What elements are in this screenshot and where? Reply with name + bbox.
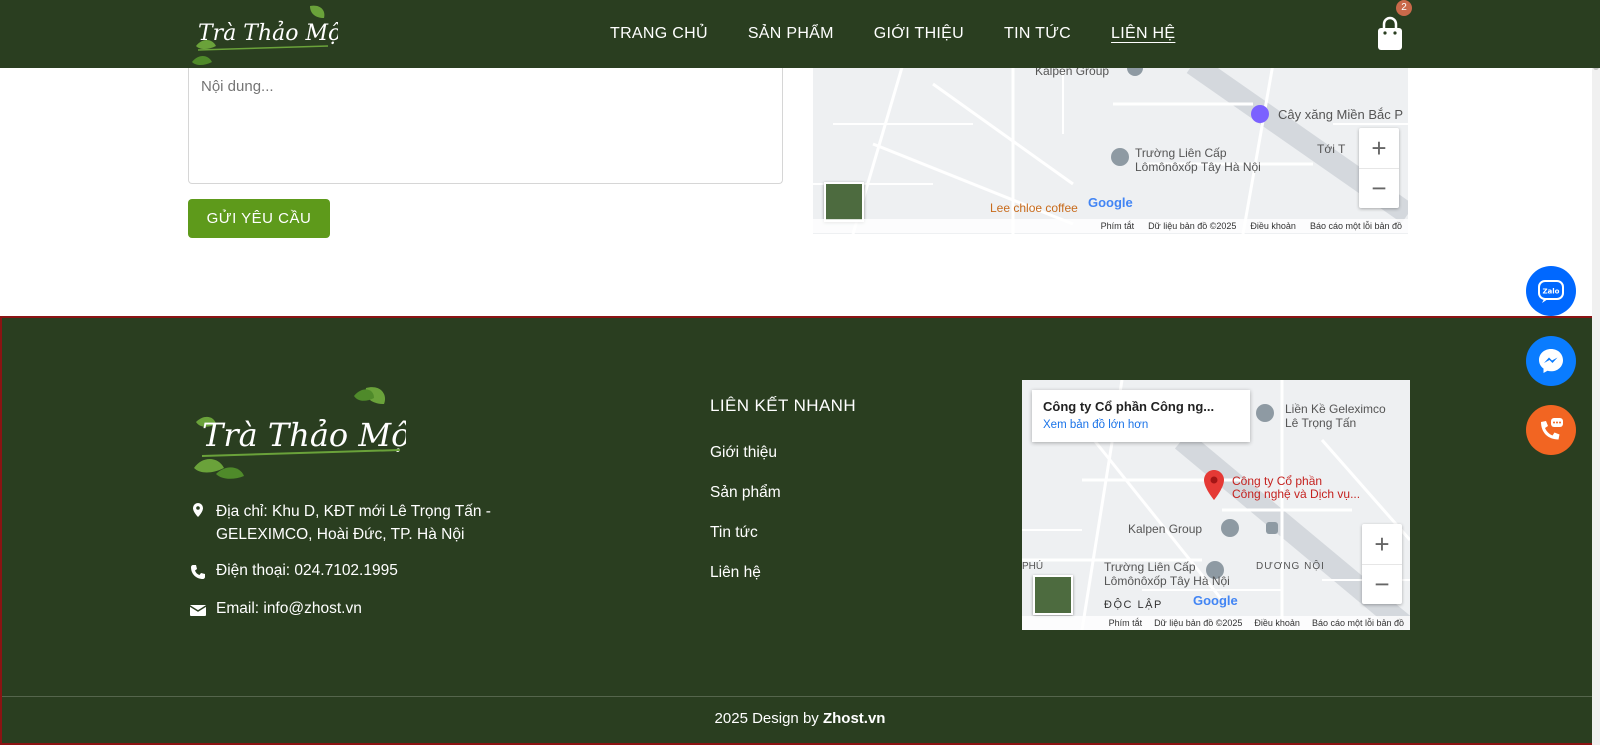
quick-links-heading: LIÊN KẾT NHANH — [710, 396, 857, 415]
nav-about[interactable]: GIỚI THIỆU — [874, 25, 964, 43]
satellite-toggle[interactable] — [1033, 575, 1073, 615]
google-logo: Google — [1088, 195, 1133, 210]
map-shortcuts-link[interactable]: Phím tắt — [1109, 618, 1143, 628]
footer-phone: Điện thoại: 024.7102.1995 — [190, 562, 398, 580]
footer-link-news[interactable]: Tin tức — [710, 524, 758, 542]
messenger-icon — [1539, 349, 1563, 373]
map-attribution: Phím tắt Dữ liệu bản đồ ©2025 Điều khoản… — [813, 219, 1408, 233]
address-line-1: Địa chỉ: Khu D, KĐT mới Lê Trọng Tấn - — [216, 503, 491, 520]
footer-map[interactable]: Công ty Cổ phần Công ng... Xem bản đồ lớ… — [1022, 380, 1410, 630]
page-scrollbar[interactable] — [1592, 0, 1600, 745]
map-label: Liền Kề Geleximco — [1285, 402, 1386, 416]
message-field[interactable] — [188, 64, 783, 184]
map-attribution: Phím tắt Dữ liệu bản đồ ©2025 Điều khoản… — [1022, 616, 1410, 630]
zalo-text: Zalo — [1542, 288, 1559, 296]
contact-map[interactable]: Kalpen Group Cây xăng Miền Bắc P Trường … — [813, 64, 1408, 234]
site-header: Trà Thảo Mộc TRANG CHỦ SẢN PHẨM GIỚI THI… — [0, 0, 1600, 68]
map-label: Trường Liên Cấp — [1135, 146, 1227, 160]
map-label: ĐỘC LẬP — [1104, 599, 1163, 611]
map-shortcuts-link[interactable]: Phím tắt — [1101, 221, 1135, 231]
location-pin-icon — [193, 503, 203, 517]
map-label: DƯƠNG NỘI — [1256, 561, 1325, 572]
map-place-title: Công ty Cổ phần Công ng... — [1043, 399, 1215, 414]
map-pin-label-1: Công ty Cổ phần — [1232, 474, 1323, 488]
messenger-button[interactable] — [1526, 336, 1576, 386]
footer-divider — [2, 696, 1598, 697]
zalo-icon: Zalo — [1538, 280, 1564, 303]
nav-contact[interactable]: LIÊN HỆ — [1111, 25, 1175, 43]
map-zoom-control: + − — [1362, 524, 1402, 604]
map-label: Lômônôxốp Tây Hà Nội — [1135, 160, 1261, 174]
footer-link-contact[interactable]: Liên hệ — [710, 564, 761, 582]
page: Trà Thảo Mộc TRANG CHỦ SẢN PHẨM GIỚI THI… — [0, 0, 1600, 745]
footer-link-products[interactable]: Sản phẩm — [710, 484, 781, 502]
footer-email: Email: info@zhost.vn — [190, 600, 362, 618]
map-label: Lômônôxốp Tây Hà Nội — [1104, 574, 1230, 588]
map-label: Lê Trọng Tấn — [1285, 416, 1357, 430]
zoom-in-button[interactable]: + — [1359, 128, 1399, 168]
site-footer: Trà Thảo Mộc Địa chỉ: Khu D, KĐT mới Lê … — [0, 316, 1600, 745]
phone-text[interactable]: Điện thoại: 024.7102.1995 — [216, 562, 398, 580]
zoom-out-button[interactable]: − — [1362, 564, 1402, 604]
zoom-out-button[interactable]: − — [1359, 168, 1399, 208]
nav-home[interactable]: TRANG CHỦ — [610, 25, 708, 43]
footer-address: Địa chỉ: Khu D, KĐT mới Lê Trọng Tấn - G… — [190, 500, 491, 546]
map-terms-link[interactable]: Điều khoản — [1254, 618, 1300, 628]
copyright-brand-link[interactable]: Zhost.vn — [823, 710, 886, 727]
map-label: Kalpen Group — [1128, 522, 1203, 536]
nav-news[interactable]: TIN TỨC — [1004, 25, 1071, 43]
map-pin-label-2: Công nghệ và Dịch vụ... — [1232, 487, 1361, 501]
view-larger-map-link[interactable]: Xem bản đồ lớn hơn — [1043, 419, 1239, 431]
zoom-in-button[interactable]: + — [1362, 524, 1402, 564]
map-label: Tới T — [1317, 142, 1346, 156]
site-logo[interactable]: Trà Thảo Mộc — [188, 2, 338, 66]
submit-request-button[interactable]: GỬI YÊU CẦU — [188, 199, 330, 238]
footer-logo[interactable]: Trà Thảo Mộc — [190, 382, 406, 482]
map-info-card: Công ty Cổ phần Công ng... Xem bản đồ lớ… — [1032, 390, 1250, 442]
map-label: Cây xăng Miền Bắc P — [1278, 107, 1404, 122]
phone-icon — [191, 565, 205, 579]
satellite-toggle[interactable] — [824, 182, 864, 222]
map-label: PHÚ — [1022, 561, 1044, 572]
map-terms-link[interactable]: Điều khoản — [1250, 221, 1296, 231]
main-nav: TRANG CHỦ SẢN PHẨM GIỚI THIỆU TIN TỨC LI… — [610, 0, 1215, 68]
map-label: Trường Liên Cấp — [1104, 560, 1196, 574]
map-report-link[interactable]: Báo cáo một lỗi bản đồ — [1312, 618, 1404, 628]
cart-count-badge: 2 — [1396, 0, 1412, 16]
nav-products[interactable]: SẢN PHẨM — [748, 25, 834, 43]
svg-text:Trà Thảo Mộc: Trà Thảo Mộc — [198, 20, 338, 46]
google-logo: Google — [1193, 593, 1238, 608]
phone-chat-icon — [1541, 418, 1563, 440]
call-button[interactable] — [1526, 405, 1576, 455]
map-data-text: Dữ liệu bản đồ ©2025 — [1154, 618, 1243, 628]
address-line-2: GELEXIMCO, Hoài Đức, TP. Hà Nội — [216, 526, 465, 543]
email-text[interactable]: Email: info@zhost.vn — [216, 600, 362, 618]
svg-text:Trà Thảo Mộc: Trà Thảo Mộc — [202, 416, 406, 454]
zalo-button[interactable]: Zalo — [1526, 266, 1576, 316]
map-label: Lee chloe coffee — [990, 201, 1078, 215]
footer-link-about[interactable]: Giới thiệu — [710, 444, 777, 462]
copyright-prefix: 2025 Design by — [714, 710, 823, 727]
envelope-icon — [190, 605, 206, 616]
shopping-bag-icon[interactable] — [1376, 16, 1404, 52]
map-report-link[interactable]: Báo cáo một lỗi bản đồ — [1310, 221, 1402, 231]
map-zoom-control: + − — [1359, 128, 1399, 208]
map-data-text: Dữ liệu bản đồ ©2025 — [1148, 221, 1237, 231]
copyright: 2025 Design by Zhost.vn — [2, 710, 1598, 727]
